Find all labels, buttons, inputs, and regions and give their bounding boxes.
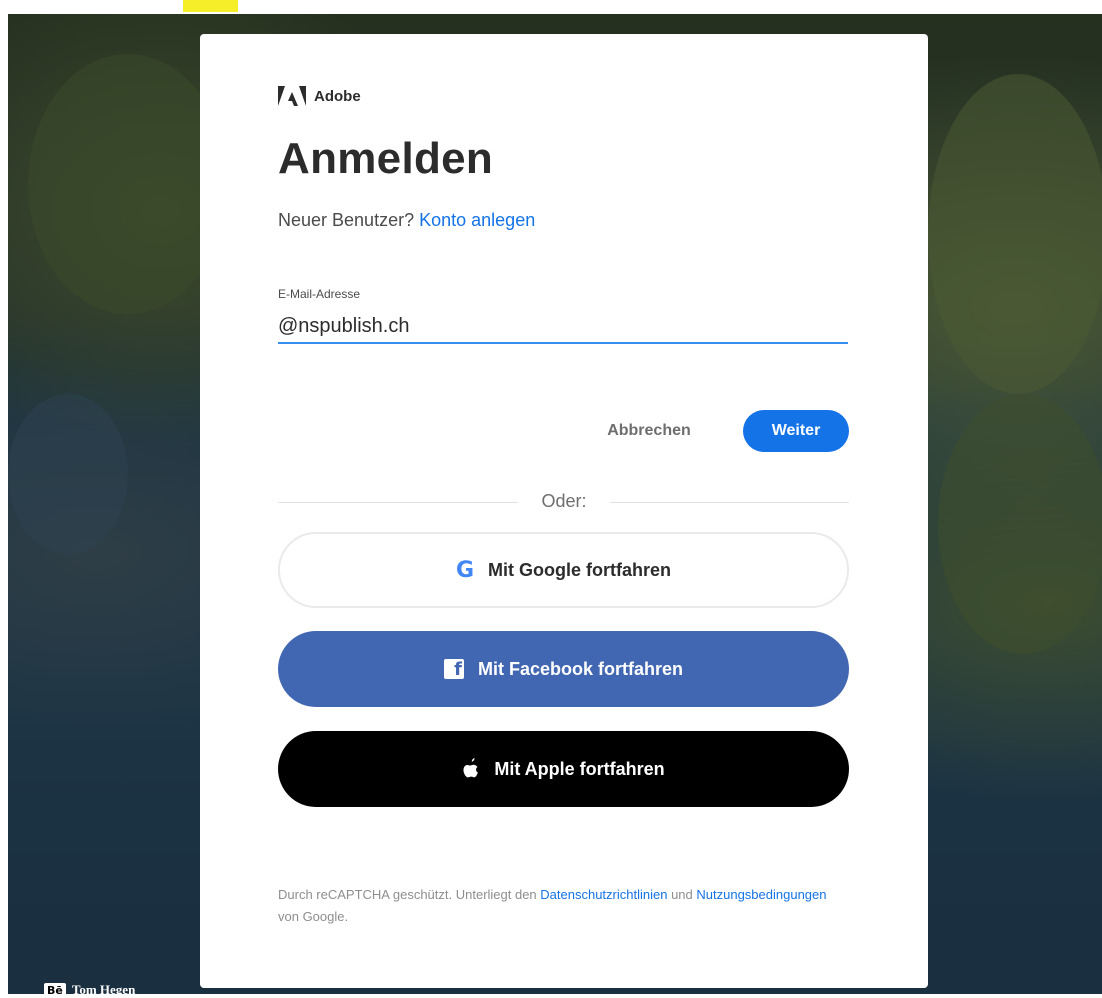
or-separator: Oder: [518,491,610,512]
apple-signin-label: Mit Apple fortfahren [494,758,665,779]
photo-credit[interactable]: Bē Tom Hegen [44,982,135,998]
privacy-link[interactable]: Datenschutzrichtlinien [540,887,667,902]
create-account-link[interactable]: Konto anlegen [419,210,535,230]
google-signin-label: Mit Google fortfahren [488,559,672,580]
photo-credit-name: Tom Hegen [71,982,136,997]
google-signin-button[interactable]: G Mit Google fortfahren [278,532,849,608]
apple-signin-button[interactable]: Mit Apple fortfahren [278,731,849,807]
behance-icon: Bē [44,982,66,998]
legal-text: Durch reCAPTCHA geschützt. Unterliegt de… [278,884,838,928]
new-user-prompt: Neuer Benutzer? [278,210,415,230]
continue-button[interactable]: Weiter [743,410,849,452]
legal-suffix: von Google. [278,909,349,924]
cancel-button[interactable]: Abbrechen [586,410,712,452]
terms-link[interactable]: Nutzungsbedingungen [696,887,826,902]
adobe-logo-icon [278,86,306,106]
foliage-shape [28,54,228,314]
facebook-icon: f [443,659,464,679]
foliage-shape [928,74,1102,394]
apple-icon [463,758,479,778]
water-shape [8,394,128,554]
brand-name: Adobe [314,87,361,105]
signin-card: Adobe Anmelden Neuer Benutzer? Konto anl… [200,34,928,988]
google-icon: G [455,557,475,583]
page-title: Anmelden [278,134,494,183]
facebook-signin-button[interactable]: f Mit Facebook fortfahren [278,631,849,707]
text-highlight [183,0,238,12]
email-field[interactable] [278,310,848,344]
facebook-signin-label: Mit Facebook fortfahren [477,658,683,679]
legal-middle: und [667,887,697,902]
legal-prefix: Durch reCAPTCHA geschützt. Unterliegt de… [278,887,541,902]
email-label: E-Mail-Adresse [278,287,361,301]
top-strip [0,0,1102,14]
new-user-row: Neuer Benutzer? Konto anlegen [278,210,535,231]
foliage-shape [938,394,1102,654]
brand: Adobe [278,86,361,106]
